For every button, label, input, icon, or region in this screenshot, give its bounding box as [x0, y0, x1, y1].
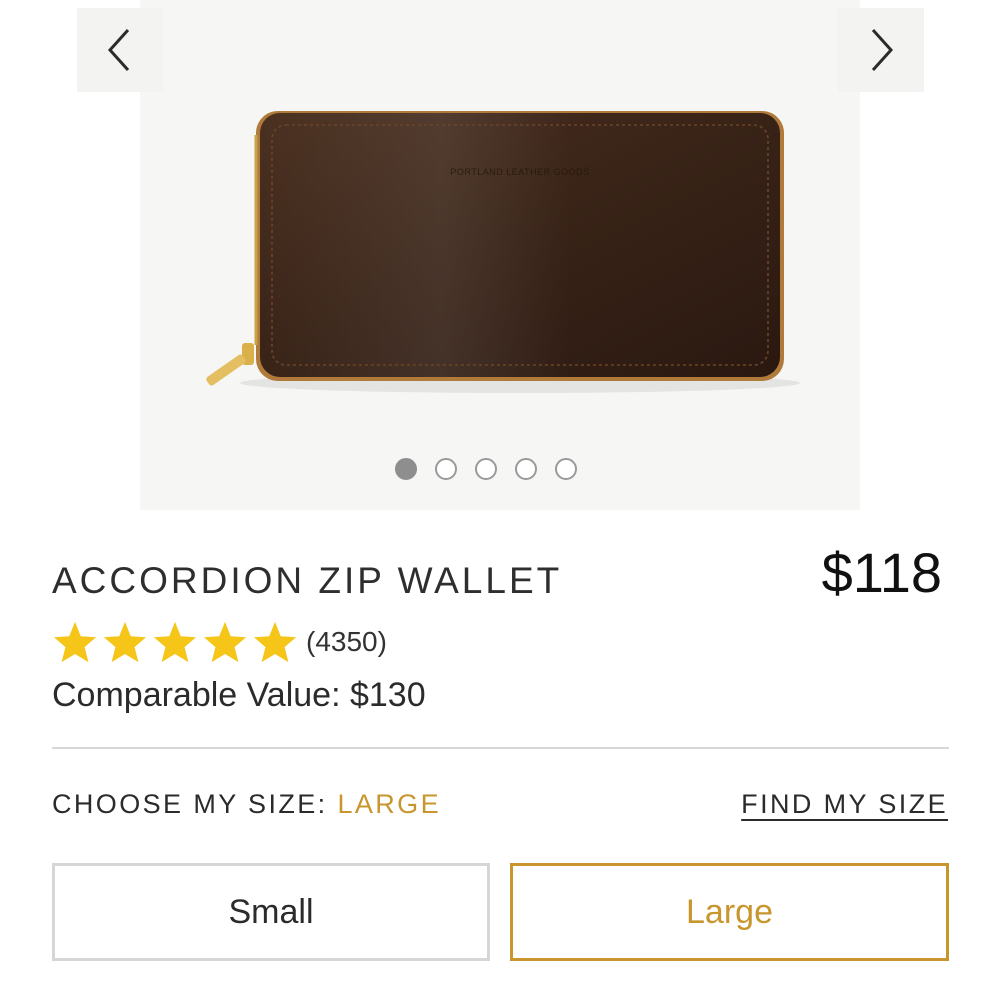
size-option-small[interactable]: Small — [52, 863, 490, 961]
star-icon — [52, 620, 98, 664]
review-count: (4350) — [306, 626, 387, 657]
product-image-gallery: PORTLAND LEATHER GOODS — [0, 0, 1000, 510]
wallet-product-image: PORTLAND LEATHER GOODS — [206, 111, 800, 393]
wallet-stamp: PORTLAND LEATHER GOODS — [450, 167, 589, 177]
product-title: ACCORDION ZIP WALLET — [52, 560, 563, 601]
size-label-text: CHOOSE MY SIZE: — [52, 789, 328, 819]
size-option-large[interactable]: Large — [510, 863, 949, 961]
chevron-right-icon — [871, 28, 894, 72]
selected-size-value: LARGE — [337, 789, 441, 819]
carousel-dot-1[interactable] — [395, 458, 417, 480]
carousel-dot-2[interactable] — [435, 458, 457, 480]
zipper-pull-icon — [206, 343, 254, 386]
find-my-size-link[interactable]: FIND MY SIZE — [741, 789, 948, 820]
star-icon — [152, 620, 198, 664]
carousel-dot-4[interactable] — [515, 458, 537, 480]
next-image-button[interactable] — [838, 8, 924, 92]
product-price: $118 — [821, 541, 942, 604]
size-selector-label: CHOOSE MY SIZE: LARGE — [52, 789, 441, 820]
carousel-dot-5[interactable] — [555, 458, 577, 480]
carousel-dot-3[interactable] — [475, 458, 497, 480]
star-icon — [202, 620, 248, 664]
carousel-pagination — [395, 456, 577, 482]
chevron-left-icon — [107, 28, 130, 72]
comparable-value: Comparable Value: $130 — [52, 676, 426, 714]
svg-text:PORTLAND LEATHER GOODS: PORTLAND LEATHER GOODS — [450, 167, 589, 177]
star-icon — [252, 620, 298, 664]
previous-image-button[interactable] — [77, 8, 163, 92]
product-rating[interactable]: (4350) — [52, 620, 387, 664]
star-icon — [102, 620, 148, 664]
section-divider — [52, 747, 949, 749]
star-rating — [52, 620, 298, 664]
